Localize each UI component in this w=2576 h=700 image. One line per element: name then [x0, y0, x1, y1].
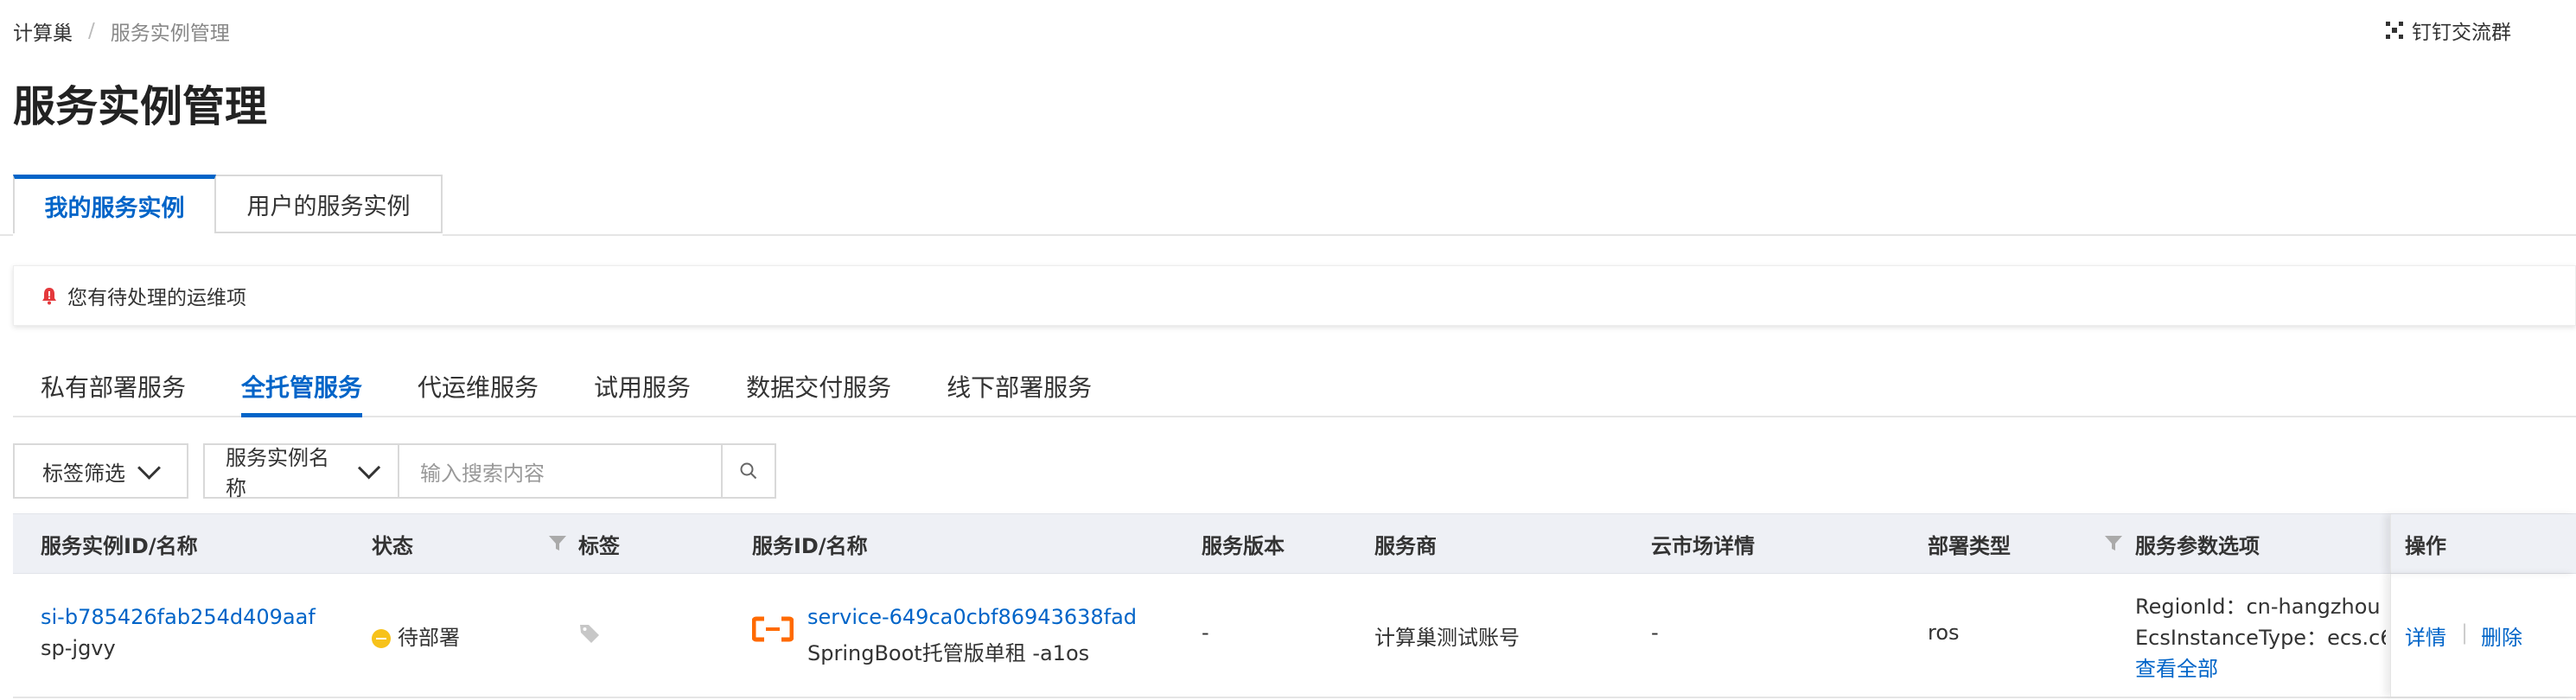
col-tags: 标签 — [578, 533, 620, 558]
instance-id-link[interactable]: si-b785426fab254d409aaf — [41, 605, 316, 629]
dingtalk-group-label: 钉钉交流群 — [2412, 22, 2511, 44]
pending-status-icon — [372, 629, 391, 648]
service-version: - — [1202, 620, 1209, 645]
tag-icon[interactable] — [578, 622, 601, 645]
col-params: 服务参数选项 — [2135, 533, 2260, 558]
dingtalk-group-link[interactable]: 钉钉交流群 — [2386, 16, 2511, 45]
tag-filter-label: 标签筛选 — [42, 461, 125, 486]
qrcode-icon — [2386, 22, 2403, 39]
chevron-down-icon — [357, 455, 381, 480]
tab-data-delivery[interactable]: 数据交付服务 — [718, 356, 919, 416]
col-actions: 操作 — [2405, 533, 2446, 558]
col-version: 服务版本 — [1202, 533, 1285, 558]
table-header: 服务实例ID/名称 状态 标签 服务ID/名称 服务版本 服务商 云市场详情 部… — [13, 513, 2576, 574]
param-instance-type: EcsInstanceType：ecs.c6. — [2135, 626, 2386, 650]
col-status-label: 状态 — [372, 533, 413, 558]
main-tabs: 我的服务实例 用户的服务实例 — [13, 175, 443, 233]
notice-text: 您有待处理的运维项 — [67, 287, 246, 309]
breadcrumb-root-link[interactable]: 计算巢 — [13, 16, 73, 46]
search-input[interactable]: 输入搜索内容 — [398, 443, 723, 499]
col-market-detail: 云市场详情 — [1651, 533, 1755, 558]
view-all-params-link[interactable]: 查看全部 — [2135, 652, 2218, 682]
breadcrumb: 计算巢 / 服务实例管理 — [13, 17, 230, 45]
col-service-id: 服务ID/名称 — [752, 533, 868, 558]
search-field-select[interactable]: 服务实例名称 — [203, 443, 398, 500]
tab-my-instances[interactable]: 我的服务实例 — [13, 175, 216, 233]
tab-user-instances[interactable]: 用户的服务实例 — [216, 175, 443, 233]
action-divider: | — [2461, 620, 2469, 645]
col-provider: 服务商 — [1374, 533, 1437, 558]
col-instance-id: 服务实例ID/名称 — [41, 533, 198, 558]
table-row: si-b785426fab254d409aaf sp-jgvy 待部署 serv… — [13, 574, 2576, 698]
tab-managed-ops[interactable]: 代运维服务 — [390, 356, 566, 416]
tab-fully-managed[interactable]: 全托管服务 — [214, 356, 363, 417]
detail-link[interactable]: 详情 — [2405, 620, 2446, 651]
breadcrumb-separator: / — [88, 20, 95, 42]
chevron-down-icon — [137, 455, 161, 480]
pending-ops-notice[interactable]: 您有待处理的运维项 — [13, 265, 2576, 326]
service-provider: 计算巢测试账号 — [1374, 626, 1520, 650]
bell-alert-icon — [42, 288, 56, 305]
market-detail: - — [1651, 620, 1659, 645]
col-status: 状态 — [372, 514, 566, 573]
tabs-divider-left — [0, 234, 13, 236]
tag-filter-dropdown[interactable]: 标签筛选 — [13, 443, 188, 499]
service-instance-page: 计算巢 / 服务实例管理 钉钉交流群 服务实例管理 我的服务实例 用户的服务实例… — [0, 0, 2576, 700]
service-type-tabs: 私有部署服务 全托管服务 代运维服务 试用服务 数据交付服务 线下部署服务 — [13, 356, 2576, 417]
filter-funnel-icon[interactable] — [2105, 536, 2122, 551]
service-logo-icon — [752, 616, 794, 642]
tab-trial[interactable]: 试用服务 — [566, 356, 718, 416]
search-button[interactable] — [723, 443, 776, 499]
page-title: 服务实例管理 — [13, 82, 268, 131]
status-badge: 待部署 — [372, 620, 460, 651]
param-region: RegionId：cn-hangzhou — [2135, 595, 2381, 619]
service-name: SpringBoot托管版单租 -a1os — [807, 641, 1090, 665]
search-field-label: 服务实例名称 — [226, 446, 329, 500]
status-text: 待部署 — [398, 626, 460, 650]
deploy-type: ros — [1928, 620, 1960, 645]
instance-name: sp-jgvy — [41, 636, 116, 660]
search-icon — [740, 462, 757, 480]
filter-funnel-icon[interactable] — [549, 536, 566, 551]
service-id-link[interactable]: service-649ca0cbf86943638fad — [807, 605, 1137, 629]
tab-offline-deploy[interactable]: 线下部署服务 — [919, 356, 1119, 416]
filter-bar: 标签筛选 服务实例名称 输入搜索内容 — [13, 443, 776, 500]
search-placeholder: 输入搜索内容 — [420, 461, 545, 486]
tabs-divider — [443, 234, 2576, 236]
delete-link[interactable]: 删除 — [2481, 620, 2522, 651]
col-deploy-type-label: 部署类型 — [1928, 533, 2011, 558]
tab-private-deploy[interactable]: 私有部署服务 — [13, 356, 214, 416]
breadcrumb-current: 服务实例管理 — [110, 22, 230, 45]
col-deploy-type: 部署类型 — [1928, 514, 2122, 573]
